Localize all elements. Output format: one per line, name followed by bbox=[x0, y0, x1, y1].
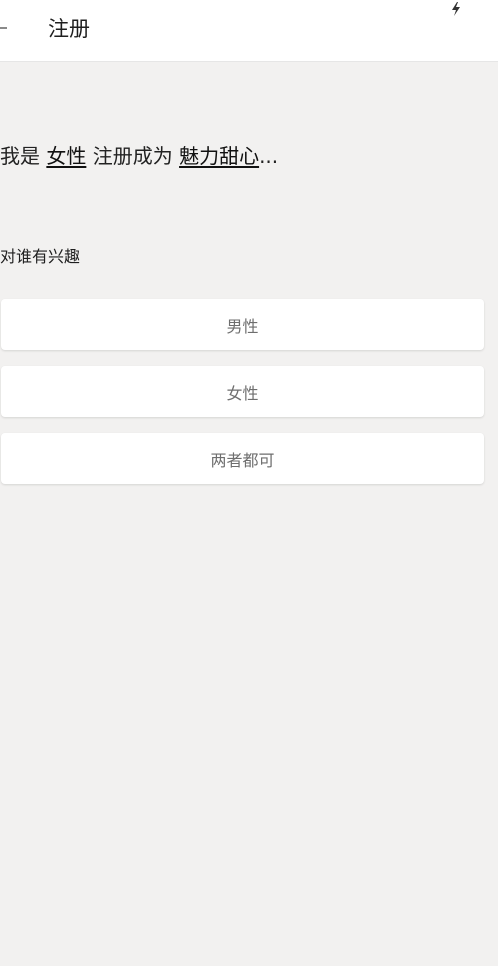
page-title: 注册 bbox=[48, 17, 90, 41]
interest-option-male-button[interactable]: 男性 bbox=[1, 299, 484, 350]
registration-screen: 注册 我是 女性 注册成为 魅力甜心... 对谁有兴趣 男性 女性 两者都可 bbox=[0, 0, 498, 966]
interest-option-label: 男性 bbox=[226, 316, 259, 336]
interest-section-label: 对谁有兴趣 bbox=[0, 247, 81, 266]
role-selector-link[interactable]: 魅力甜心 bbox=[179, 144, 259, 168]
gender-selector-link[interactable]: 女性 bbox=[46, 144, 86, 168]
top-app-bar: 注册 bbox=[0, 0, 498, 62]
interest-option-label: 两者都可 bbox=[210, 450, 275, 470]
interest-option-label: 女性 bbox=[226, 383, 259, 403]
interest-option-female-button[interactable]: 女性 bbox=[1, 366, 484, 417]
back-arrow-icon[interactable] bbox=[0, 27, 7, 29]
sentence-prefix: 我是 bbox=[0, 144, 40, 168]
interest-option-both-button[interactable]: 两者都可 bbox=[1, 433, 484, 484]
registration-sentence: 我是 女性 注册成为 魅力甜心... bbox=[0, 141, 278, 171]
sentence-middle: 注册成为 bbox=[92, 144, 173, 168]
flash-icon bbox=[452, 2, 460, 16]
sentence-suffix: ... bbox=[259, 144, 279, 168]
